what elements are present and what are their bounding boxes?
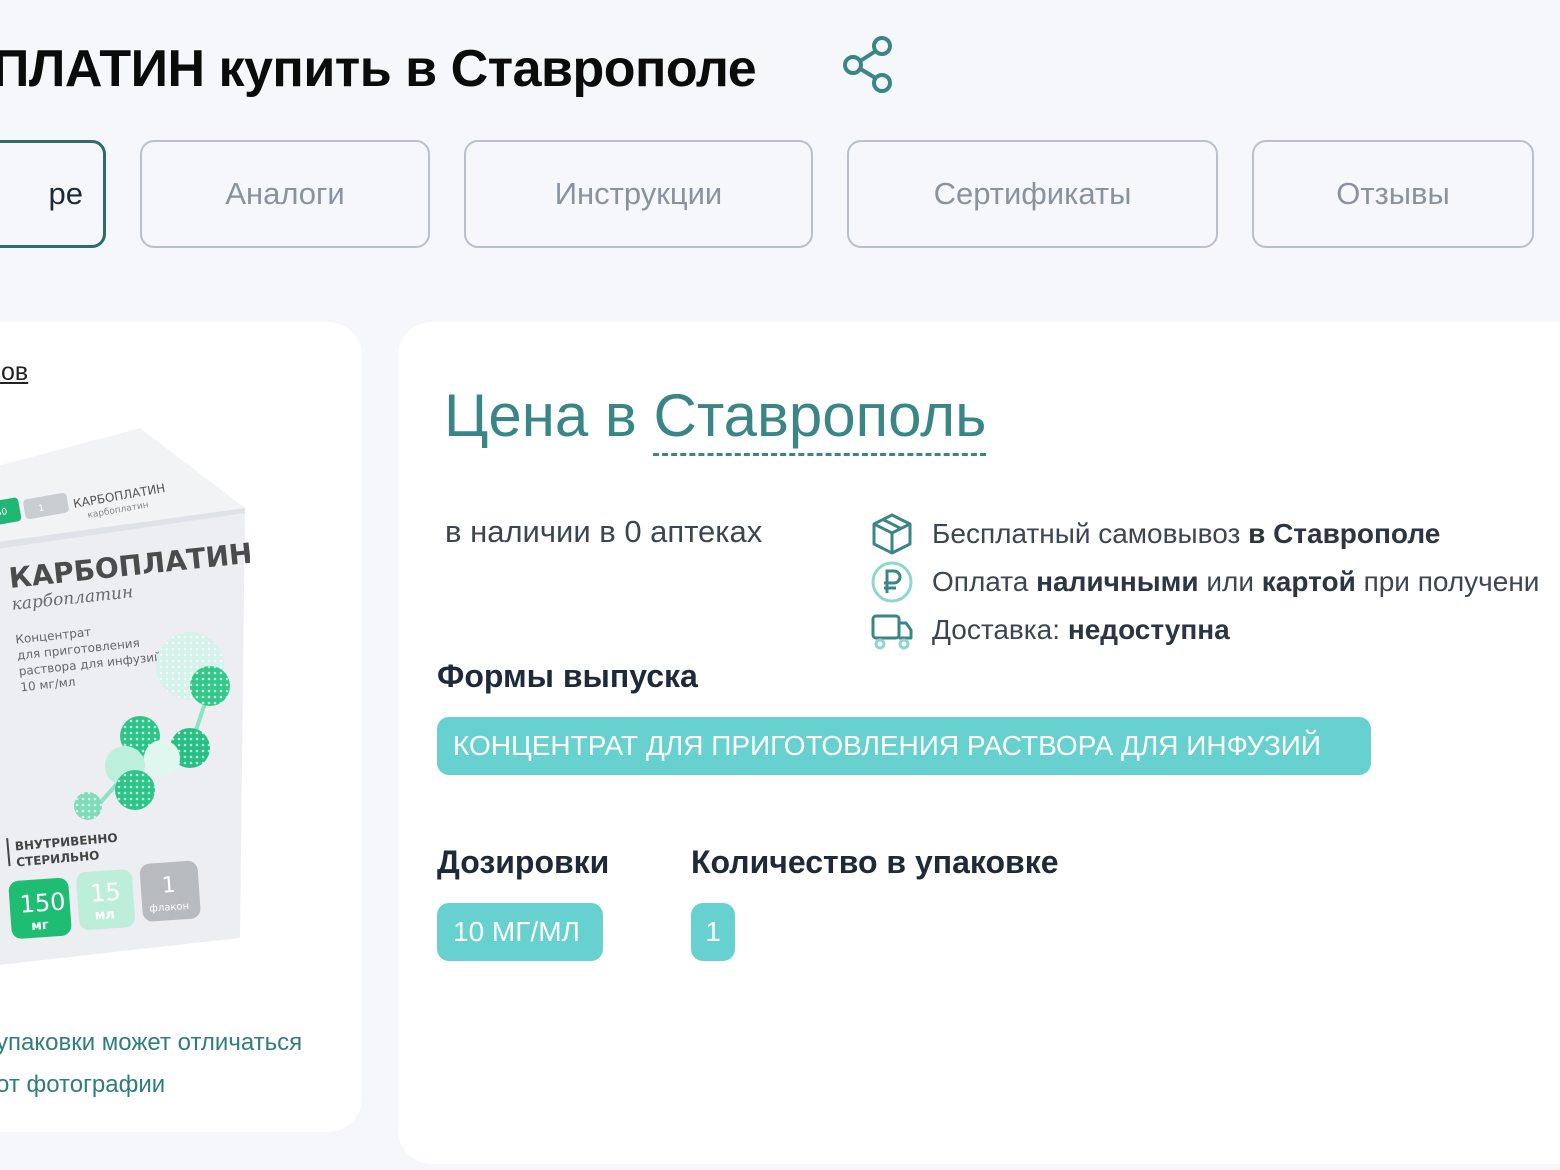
pickup-text: Бесплатный самовывоз bbox=[932, 518, 1241, 549]
form-option-chip[interactable]: КОНЦЕНТРАТ ДЛЯ ПРИГОТОВЛЕНИЯ РАСТВОРА ДЛ… bbox=[437, 717, 1371, 775]
benefit-pickup: Бесплатный самовывоз в Ставрополе bbox=[870, 512, 1440, 556]
benefit-payment: Оплата наличными или картой при получени bbox=[870, 560, 1539, 604]
product-image[interactable]: 150 1 КАРБОПЛАТИН карбоплатин КАРБОПЛАТИ… bbox=[0, 418, 250, 978]
share-icon[interactable] bbox=[840, 34, 896, 94]
payment-tail: при получени bbox=[1363, 566, 1540, 597]
benefit-delivery: Доставка: недоступна bbox=[870, 608, 1230, 652]
box-volume-unit: мл bbox=[94, 907, 115, 923]
quantity-label: Количество в упаковке bbox=[691, 844, 1059, 880]
delivery-text: Доставка: bbox=[932, 614, 1061, 645]
photo-disclaimer: упаковки может отличаться от фотографии bbox=[0, 1022, 302, 1106]
tab-instructions[interactable]: Инструкции bbox=[464, 140, 813, 248]
delivery-status: недоступна bbox=[1067, 614, 1230, 645]
price-heading: Цена в Ставрополь bbox=[444, 380, 987, 456]
quantity-option-chip[interactable]: 1 bbox=[691, 903, 735, 961]
page-title: ПЛАТИН купить в Ставрополе bbox=[0, 40, 757, 98]
box-dose-unit: мг bbox=[31, 918, 50, 934]
ruble-icon bbox=[871, 561, 913, 603]
payment-cash: наличными bbox=[1036, 566, 1199, 597]
tab-analogs[interactable]: Аналоги bbox=[140, 140, 430, 248]
reviews-link[interactable]: вов bbox=[0, 358, 28, 387]
payment-text: Оплата bbox=[932, 566, 1029, 597]
pickup-city: в Ставрополе bbox=[1248, 518, 1441, 549]
box-dose: 150 bbox=[19, 888, 67, 919]
price-heading-prefix: Цена в bbox=[444, 382, 637, 449]
package-icon bbox=[872, 513, 912, 555]
dosages-label: Дозировки bbox=[437, 844, 610, 880]
payment-card: картой bbox=[1261, 566, 1356, 597]
tab-about[interactable]: ре bbox=[0, 140, 106, 248]
availability-text: в наличии в 0 аптеках bbox=[445, 514, 763, 549]
tab-certificates[interactable]: Сертификаты bbox=[847, 140, 1218, 248]
truck-icon bbox=[871, 614, 913, 650]
dosage-option-chip[interactable]: 10 МГ/МЛ bbox=[437, 903, 603, 961]
photo-disclaimer-line2: от фотографии bbox=[0, 1071, 166, 1098]
city-selector[interactable]: Ставрополь bbox=[653, 382, 987, 456]
box-count: 1 bbox=[161, 873, 177, 899]
photo-disclaimer-line1: упаковки может отличаться bbox=[0, 1029, 303, 1056]
forms-label: Формы выпуска bbox=[437, 658, 698, 694]
payment-or: или bbox=[1206, 566, 1255, 597]
box-volume: 15 bbox=[89, 878, 121, 908]
tab-reviews[interactable]: Отзывы bbox=[1252, 140, 1534, 248]
